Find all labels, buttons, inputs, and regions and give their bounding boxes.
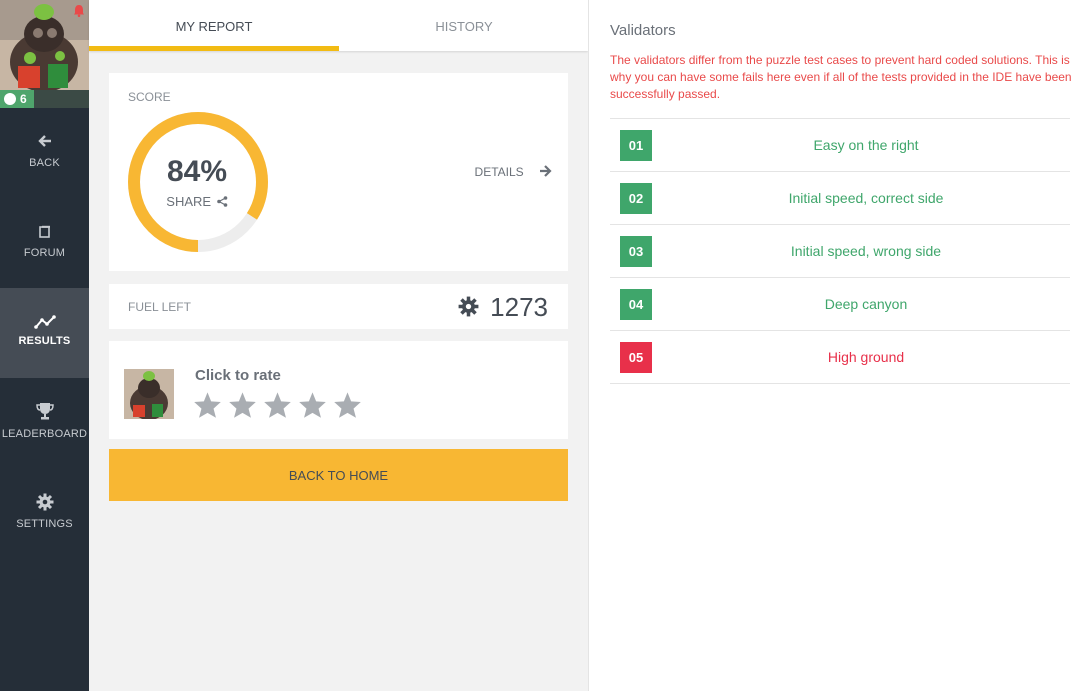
fuel-label: FUEL LEFT — [128, 300, 191, 314]
fuel-display: 1273 — [458, 292, 548, 323]
tab-history[interactable]: HISTORY — [339, 0, 589, 51]
star-icon[interactable] — [263, 391, 292, 419]
validator-number-badge: 05 — [620, 342, 652, 373]
sidebar: 6 BACK FORUM RESULTS LEADERBOARD SETTING… — [0, 0, 89, 691]
validator-name: Initial speed, wrong side — [790, 243, 942, 259]
details-label: DETAILS — [474, 165, 524, 179]
validators-title: Validators — [610, 22, 676, 39]
validators-panel: Validators The validators differ from th… — [588, 0, 1089, 691]
gear-icon — [458, 296, 479, 317]
validator-number-badge: 04 — [620, 289, 652, 320]
arrow-right-icon — [540, 165, 552, 177]
validator-name: Easy on the right — [813, 137, 919, 153]
star-icon[interactable] — [333, 391, 362, 419]
tab-my-report[interactable]: MY REPORT — [89, 0, 339, 51]
score-label: SCORE — [128, 90, 171, 104]
validator-row: 02 Initial speed, correct side — [610, 172, 1070, 225]
star-icon[interactable] — [298, 391, 327, 419]
share-button[interactable]: SHARE — [147, 194, 247, 209]
validators-notice: The validators differ from the puzzle te… — [610, 53, 1072, 101]
validator-name: High ground — [827, 349, 905, 365]
validator-number-badge: 02 — [620, 183, 652, 214]
sidebar-item-label: LEADERBOARD — [1, 428, 88, 440]
sidebar-item-label: BACK — [29, 157, 60, 169]
gear-icon — [0, 493, 89, 516]
user-avatar[interactable] — [0, 0, 89, 90]
sidebar-item-forum[interactable]: FORUM — [0, 198, 89, 288]
level-progress-bar: 6 — [0, 90, 89, 108]
active-tab-indicator — [89, 46, 339, 51]
star-icon[interactable] — [228, 391, 257, 419]
notification-bell-icon[interactable] — [73, 4, 85, 17]
validator-row: 05 High ground — [610, 331, 1070, 384]
validator-row: 03 Initial speed, wrong side — [610, 225, 1070, 278]
arrow-left-icon — [0, 133, 89, 153]
validator-number-badge: 01 — [620, 130, 652, 161]
trophy-icon — [0, 402, 89, 425]
fuel-card: FUEL LEFT 1273 — [109, 284, 568, 329]
sidebar-item-label: FORUM — [23, 247, 66, 259]
puzzle-thumbnail — [124, 369, 174, 419]
forum-icon — [0, 223, 89, 243]
score-value: 84% — [166, 155, 228, 188]
rating-card: Click to rate — [109, 341, 568, 439]
report-tabs: MY REPORT HISTORY — [89, 0, 588, 51]
results-chart-icon — [0, 314, 89, 334]
sidebar-item-label: SETTINGS — [16, 518, 73, 530]
star-icon[interactable] — [193, 391, 222, 419]
validator-row: 04 Deep canyon — [610, 278, 1070, 331]
level-number: 6 — [20, 92, 27, 106]
sidebar-item-leaderboard[interactable]: LEADERBOARD — [0, 378, 89, 468]
sidebar-item-label: RESULTS — [18, 335, 71, 347]
fuel-value: 1273 — [490, 292, 548, 322]
share-icon — [216, 196, 228, 207]
sidebar-item-results[interactable]: RESULTS — [0, 288, 89, 378]
details-link[interactable]: DETAILS — [475, 165, 552, 179]
sidebar-item-back[interactable]: BACK — [0, 108, 89, 198]
clash-level-icon — [4, 93, 16, 105]
star-rating[interactable] — [193, 391, 368, 424]
sidebar-item-settings[interactable]: SETTINGS — [0, 468, 89, 558]
rate-title: Click to rate — [195, 367, 281, 384]
back-to-home-button[interactable]: BACK TO HOME — [109, 449, 568, 501]
validators-list: 01 Easy on the right 02 Initial speed, corr… — [610, 118, 1070, 384]
report-panel: MY REPORT HISTORY SCORE 84% SHARE DETAIL… — [89, 0, 588, 691]
validator-name: Deep canyon — [824, 296, 908, 312]
validator-name: Initial speed, correct side — [788, 190, 944, 206]
score-card: SCORE 84% SHARE DETAILS — [109, 73, 568, 271]
share-label: SHARE — [166, 194, 212, 209]
validator-row: 01 Easy on the right — [610, 119, 1070, 172]
validator-number-badge: 03 — [620, 236, 652, 267]
